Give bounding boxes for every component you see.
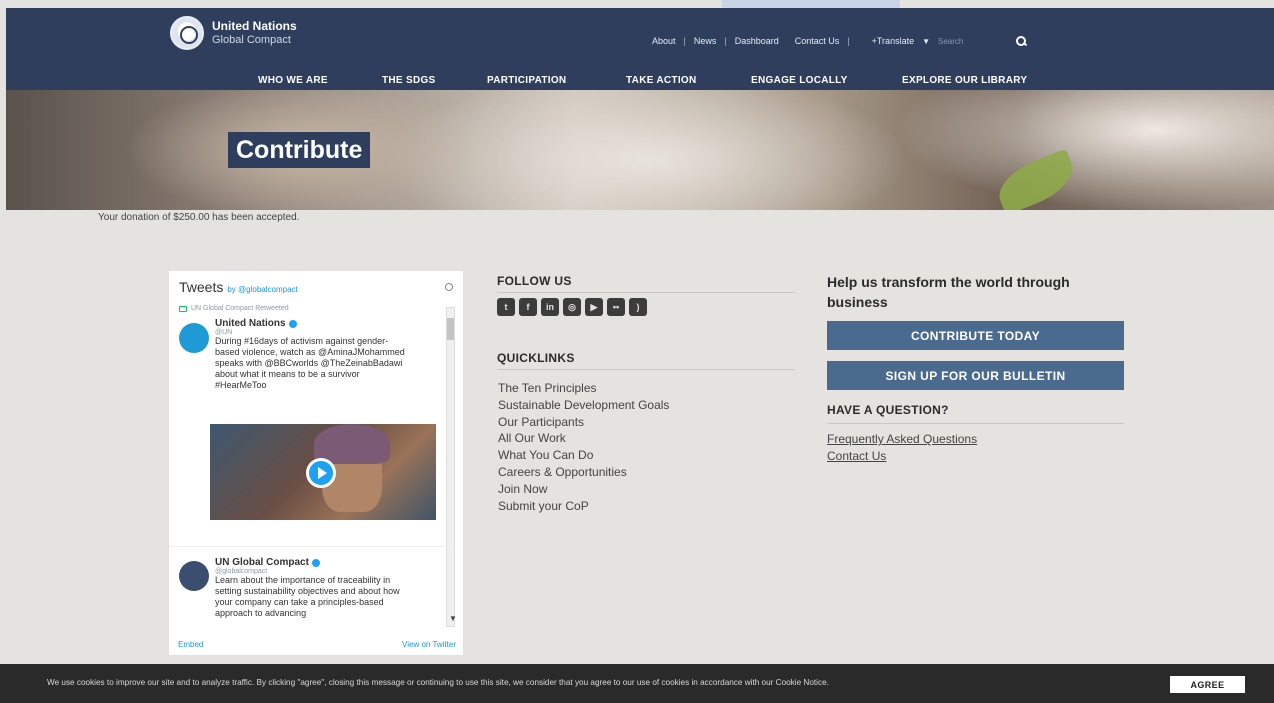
tweet-video[interactable]	[210, 424, 436, 520]
page: United Nations Global Compact About | Ne…	[0, 0, 1274, 703]
utility-contact-link[interactable]: Contact Us	[795, 36, 840, 46]
nav-explore-our-library[interactable]: EXPLORE OUR LIBRARY	[902, 75, 1027, 86]
instagram-icon[interactable]: ◎	[563, 298, 581, 316]
tweet-text: Learn about the importance of traceabili…	[215, 575, 400, 618]
view-on-twitter-link[interactable]: View on Twitter	[402, 640, 456, 649]
utility-nav: About | News | Dashboard Contact Us | +T…	[652, 34, 1027, 48]
leaf-image	[991, 148, 1081, 210]
tweets-title: Tweets	[179, 279, 224, 295]
quicklink-item[interactable]: Careers & Opportunities	[498, 464, 669, 481]
donation-confirmation: Your donation of $250.00 has been accept…	[98, 212, 300, 223]
browser-tab-fragment	[722, 0, 900, 8]
un-emblem-icon	[170, 16, 204, 50]
retweet-text: UN Global Compact Retweeted	[191, 305, 289, 312]
divider	[827, 423, 1124, 424]
tweet-author[interactable]: United Nations	[215, 318, 441, 329]
tweet-author-name: United Nations	[215, 318, 286, 329]
sign-up-bulletin-button[interactable]: SIGN UP FOR OUR BULLETIN	[827, 361, 1124, 390]
tweets-by-link[interactable]: by @globalcompact	[227, 285, 297, 294]
tweets-header: Tweets by @globalcompact	[179, 279, 298, 295]
tweet-divider	[170, 546, 456, 547]
retweet-label: UN Global Compact Retweeted	[179, 305, 441, 312]
nav-take-action[interactable]: TAKE ACTION	[626, 75, 697, 86]
facebook-icon[interactable]: f	[519, 298, 537, 316]
quicklink-item[interactable]: Sustainable Development Goals	[498, 397, 669, 414]
scrollbar-thumb[interactable]	[447, 318, 454, 340]
linkedin-icon[interactable]: in	[541, 298, 559, 316]
info-icon[interactable]	[445, 283, 453, 291]
quicklinks-list: The Ten Principles Sustainable Developmen…	[498, 380, 669, 514]
tweet-handle: @UN	[215, 329, 233, 336]
tweet-author[interactable]: UN Global Compact	[215, 557, 441, 568]
tweet-handle: @globalcompact	[215, 568, 268, 575]
search-input[interactable]	[938, 34, 999, 48]
rss-icon[interactable]: )	[629, 298, 647, 316]
cookie-notice-text: We use cookies to improve our site and t…	[47, 678, 829, 687]
un-global-compact-logo[interactable]: United Nations Global Compact	[170, 16, 297, 50]
logo-line-2: Global Compact	[212, 34, 291, 46]
flickr-icon[interactable]: ••	[607, 298, 625, 316]
tweet-text: During #16days of activism against gende…	[215, 336, 405, 390]
divider	[497, 369, 795, 370]
search-icon[interactable]	[1016, 36, 1027, 46]
separator: |	[683, 36, 686, 46]
quicklink-item[interactable]: Join Now	[498, 481, 669, 498]
social-icons: t f in ◎ ▶ ••)	[497, 298, 647, 316]
quicklink-item[interactable]: What You Can Do	[498, 447, 669, 464]
follow-us-heading: FOLLOW US	[497, 274, 572, 288]
tweet-author-name: UN Global Compact	[215, 557, 309, 568]
chevron-down-icon[interactable]: ▼	[922, 37, 930, 46]
avatar[interactable]	[179, 561, 209, 591]
quicklinks-heading: QUICKLINKS	[497, 351, 575, 365]
utility-dashboard-link[interactable]: Dashboard	[735, 36, 779, 46]
logo-line-1: United Nations	[212, 19, 297, 33]
quicklink-item[interactable]: All Our Work	[498, 430, 669, 447]
nav-participation[interactable]: PARTICIPATION	[487, 75, 566, 86]
nav-the-sdgs[interactable]: THE SDGS	[382, 75, 436, 86]
tweet-2[interactable]: UN Global Compact @globalcompact Learn a…	[179, 557, 441, 619]
twitter-scrollbar[interactable]	[446, 307, 455, 627]
hero-banner: Contribute	[6, 90, 1274, 210]
verified-icon	[311, 558, 320, 567]
scroll-down-icon[interactable]: ▼	[449, 614, 457, 623]
quicklink-item[interactable]: Our Participants	[498, 414, 669, 431]
tweet-actions	[210, 528, 436, 538]
nav-engage-locally[interactable]: ENGAGE LOCALLY	[751, 75, 848, 86]
main-nav: WHO WE ARE THE SDGS PARTICIPATION TAKE A…	[6, 72, 1274, 90]
contact-us-link[interactable]: Contact Us	[827, 449, 886, 463]
faq-link[interactable]: Frequently Asked Questions	[827, 432, 977, 446]
help-heading: Help us transform the world through busi…	[827, 274, 1070, 310]
twitter-icon[interactable]: t	[497, 298, 515, 316]
twitter-footer: Embed View on Twitter	[178, 640, 456, 649]
logo-text: United Nations Global Compact	[212, 19, 297, 47]
quicklink-item[interactable]: Submit your CoP	[498, 498, 669, 515]
cookie-banner: We use cookies to improve our site and t…	[0, 664, 1274, 703]
verified-icon	[288, 319, 297, 328]
separator: |	[724, 36, 727, 46]
question-heading: HAVE A QUESTION?	[827, 403, 949, 417]
quicklink-item[interactable]: The Ten Principles	[498, 380, 669, 397]
utility-news-link[interactable]: News	[694, 36, 717, 46]
retweet-icon	[179, 305, 187, 312]
translate-dropdown[interactable]: +Translate	[872, 36, 914, 46]
utility-about-link[interactable]: About	[652, 36, 676, 46]
page-title: Contribute	[228, 132, 371, 168]
divider	[497, 292, 795, 293]
separator: |	[847, 36, 850, 46]
nav-who-we-are[interactable]: WHO WE ARE	[258, 75, 328, 86]
contribute-today-button[interactable]: CONTRIBUTE TODAY	[827, 321, 1124, 350]
agree-button[interactable]: AGREE	[1170, 676, 1245, 693]
embed-link[interactable]: Embed	[178, 640, 203, 649]
avatar[interactable]	[179, 323, 209, 353]
tweet-1[interactable]: UN Global Compact Retweeted United Natio…	[179, 305, 441, 391]
play-icon[interactable]	[306, 458, 336, 488]
youtube-icon[interactable]: ▶	[585, 298, 603, 316]
